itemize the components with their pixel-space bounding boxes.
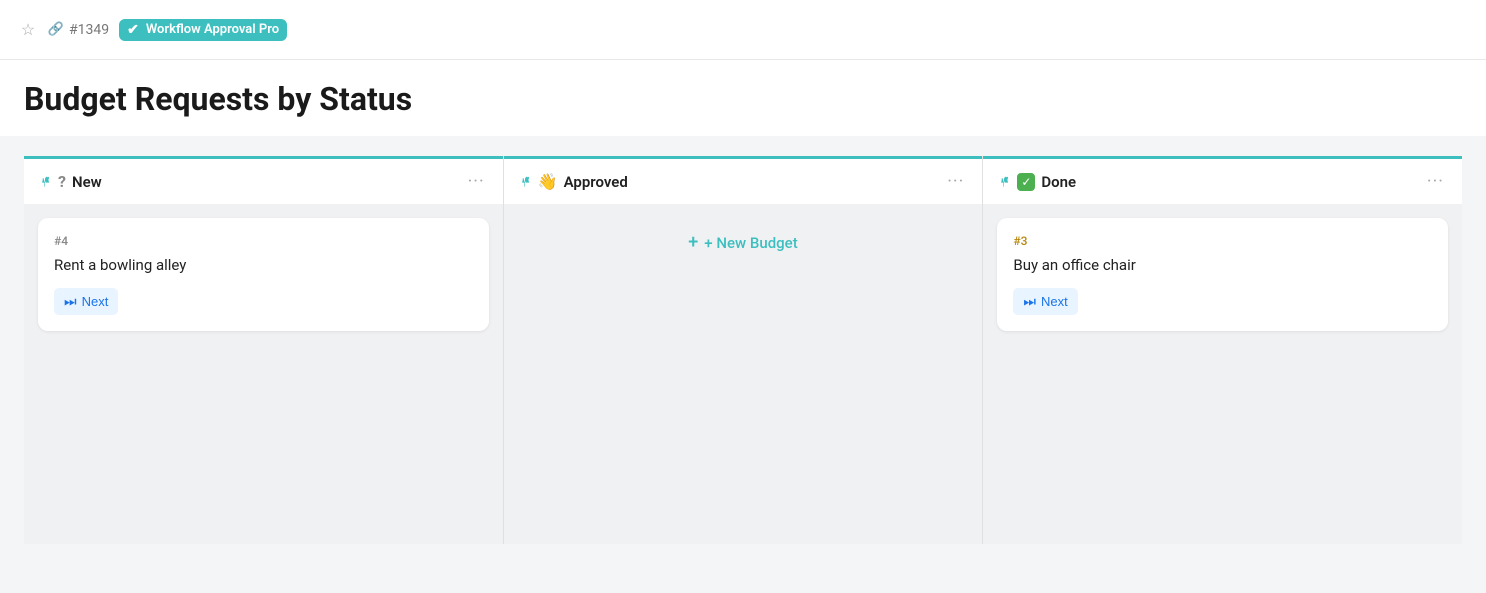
star-icon[interactable]: ☆	[18, 20, 38, 40]
app-badge: ✔ Workflow Approval Pro	[119, 19, 287, 41]
column-done: ✓ Done ··· #3 Buy an office chair ⏭ Next	[982, 156, 1462, 544]
card-4-title: Rent a bowling alley	[54, 256, 473, 274]
page-header: Budget Requests by Status	[0, 60, 1486, 136]
next-icon: ⏭	[64, 293, 77, 310]
column-new: ? New ··· #4 Rent a bowling alley ⏭ Next	[24, 156, 503, 544]
link-icon: 🔗	[48, 22, 64, 38]
column-approved-pin-icon	[518, 175, 532, 189]
new-budget-button[interactable]: + + New Budget	[518, 218, 969, 267]
page-title: Budget Requests by Status	[24, 80, 1462, 118]
column-new-status-icon: ?	[58, 172, 66, 191]
board: ? New ··· #4 Rent a bowling alley ⏭ Next…	[0, 136, 1486, 564]
top-bar: ☆ 🔗 #1349 ✔ Workflow Approval Pro	[0, 0, 1486, 60]
column-approved-title: Approved	[564, 173, 938, 191]
column-new-pin-icon	[38, 175, 52, 189]
card-4-id: #4	[54, 234, 473, 248]
column-approved-body: + + New Budget	[504, 204, 983, 544]
new-budget-label: + New Budget	[704, 234, 797, 252]
issue-reference: 🔗 #1349	[48, 22, 109, 38]
card-3-id: #3	[1013, 234, 1432, 248]
column-done-header: ✓ Done ···	[983, 156, 1462, 204]
card-3-action-label: Next	[1041, 294, 1068, 309]
app-check-icon: ✔	[127, 22, 139, 38]
card-3: #3 Buy an office chair ⏭ Next	[997, 218, 1448, 331]
card-3-title: Buy an office chair	[1013, 256, 1432, 274]
new-budget-plus-icon: +	[688, 232, 698, 253]
card-3-next-button[interactable]: ⏭ Next	[1013, 288, 1077, 315]
issue-number: #1349	[69, 22, 109, 38]
column-new-body: #4 Rent a bowling alley ⏭ Next	[24, 204, 503, 544]
app-name: Workflow Approval Pro	[146, 22, 279, 37]
column-approved-status-icon: 👋	[538, 172, 558, 191]
column-done-body: #3 Buy an office chair ⏭ Next	[983, 204, 1462, 544]
card-4: #4 Rent a bowling alley ⏭ Next	[38, 218, 489, 331]
column-new-title: New	[72, 173, 458, 191]
column-done-status-icon: ✓	[1017, 173, 1035, 191]
card-4-action-label: Next	[82, 294, 109, 309]
column-done-pin-icon	[997, 175, 1011, 189]
column-new-header: ? New ···	[24, 156, 503, 204]
card-4-next-button[interactable]: ⏭ Next	[54, 288, 118, 315]
column-approved-menu[interactable]: ···	[943, 169, 968, 194]
column-approved: 👋 Approved ··· + + New Budget	[503, 156, 983, 544]
column-new-menu[interactable]: ···	[464, 169, 489, 194]
column-done-menu[interactable]: ···	[1423, 169, 1448, 194]
column-approved-header: 👋 Approved ···	[504, 156, 983, 204]
next-icon-2: ⏭	[1023, 293, 1036, 310]
column-done-title: Done	[1041, 173, 1417, 191]
